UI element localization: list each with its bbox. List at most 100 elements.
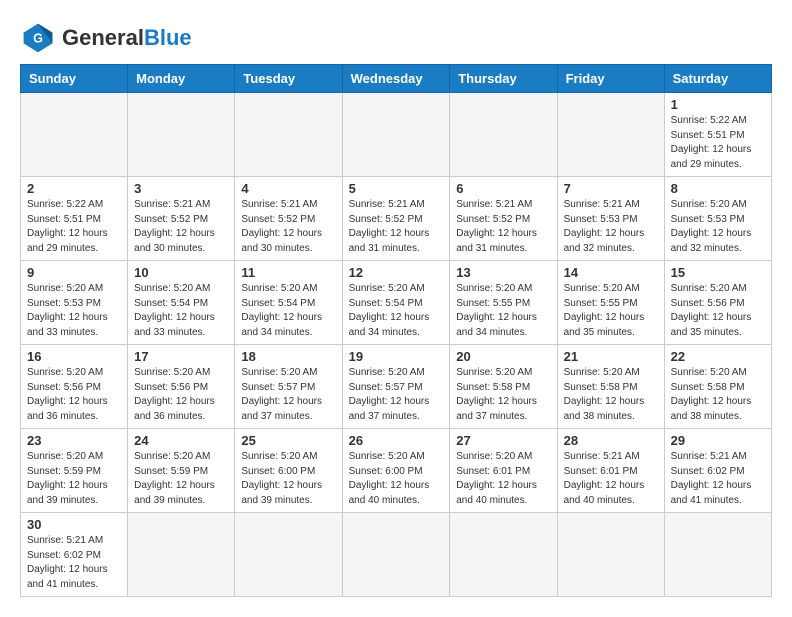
calendar-cell: 11Sunrise: 5:20 AM Sunset: 5:54 PM Dayli…: [235, 261, 342, 345]
calendar-week-row: 23 Sunrise: 5:20 AM Sunset: 5:59 PM Dayli…: [21, 429, 772, 513]
calendar-cell: [235, 513, 342, 597]
calendar-cell: [557, 93, 664, 177]
calendar-cell: 15 Sunrise: 5:20 AM Sunset: 5:56 PM Dayli…: [664, 261, 771, 345]
day-number: 18: [241, 349, 335, 364]
svg-text:G: G: [33, 32, 43, 46]
calendar-cell: 30 Sunrise: 5:21 AM Sunset: 6:02 PM Dayli…: [21, 513, 128, 597]
day-info: Sunrise: 5:20 AM Sunset: 5:59 PM Dayligh…: [134, 450, 228, 508]
day-info: Sunrise: 5:20 AM Sunset: 5:56 PM Dayligh…: [134, 366, 228, 424]
calendar-week-row: 9Sunrise: 5:20 AM Sunset: 5:53 PM Daylig…: [21, 261, 772, 345]
day-info: Sunrise: 5:20 AM Sunset: 5:58 PM Dayligh…: [564, 366, 658, 424]
day-number: 15: [671, 265, 765, 280]
logo-blue: Blue: [144, 25, 192, 50]
day-info: Sunrise: 5:20 AM Sunset: 5:56 PM Dayligh…: [27, 366, 121, 424]
calendar-cell: 10Sunrise: 5:20 AM Sunset: 5:54 PM Dayli…: [128, 261, 235, 345]
day-number: 12: [349, 265, 444, 280]
day-info: Sunrise: 5:20 AM Sunset: 5:58 PM Dayligh…: [671, 366, 765, 424]
calendar-table: SundayMondayTuesdayWednesdayThursdayFrid…: [20, 64, 772, 597]
day-info: Sunrise: 5:21 AM Sunset: 6:02 PM Dayligh…: [671, 450, 765, 508]
day-header-wednesday: Wednesday: [342, 65, 450, 93]
calendar-cell: [128, 93, 235, 177]
calendar-cell: 28 Sunrise: 5:21 AM Sunset: 6:01 PM Dayli…: [557, 429, 664, 513]
day-number: 28: [564, 433, 658, 448]
day-info: Sunrise: 5:21 AM Sunset: 5:52 PM Dayligh…: [349, 198, 444, 256]
day-info: Sunrise: 5:20 AM Sunset: 5:54 PM Dayligh…: [134, 282, 228, 340]
calendar-cell: 26 Sunrise: 5:20 AM Sunset: 6:00 PM Dayli…: [342, 429, 450, 513]
calendar-cell: 16Sunrise: 5:20 AM Sunset: 5:56 PM Dayli…: [21, 345, 128, 429]
calendar-week-row: 30 Sunrise: 5:21 AM Sunset: 6:02 PM Dayli…: [21, 513, 772, 597]
calendar-cell: 7Sunrise: 5:21 AM Sunset: 5:53 PM Daylig…: [557, 177, 664, 261]
day-info: Sunrise: 5:21 AM Sunset: 6:01 PM Dayligh…: [564, 450, 658, 508]
day-number: 26: [349, 433, 444, 448]
logo-icon: G: [20, 20, 56, 56]
day-number: 5: [349, 181, 444, 196]
day-info: Sunrise: 5:20 AM Sunset: 6:00 PM Dayligh…: [349, 450, 444, 508]
day-number: 4: [241, 181, 335, 196]
calendar-cell: 6 Sunrise: 5:21 AM Sunset: 5:52 PM Daylig…: [450, 177, 557, 261]
page-header: G GeneralBlue: [20, 20, 772, 56]
day-number: 8: [671, 181, 765, 196]
day-number: 17: [134, 349, 228, 364]
calendar-cell: [557, 513, 664, 597]
calendar-cell: 1 Sunrise: 5:22 AM Sunset: 5:51 PM Daylig…: [664, 93, 771, 177]
day-header-saturday: Saturday: [664, 65, 771, 93]
calendar-week-row: 16Sunrise: 5:20 AM Sunset: 5:56 PM Dayli…: [21, 345, 772, 429]
calendar-cell: 21Sunrise: 5:20 AM Sunset: 5:58 PM Dayli…: [557, 345, 664, 429]
calendar-cell: [235, 93, 342, 177]
calendar-cell: 25Sunrise: 5:20 AM Sunset: 6:00 PM Dayli…: [235, 429, 342, 513]
calendar-cell: 13Sunrise: 5:20 AM Sunset: 5:55 PM Dayli…: [450, 261, 557, 345]
calendar-cell: [664, 513, 771, 597]
day-header-tuesday: Tuesday: [235, 65, 342, 93]
day-info: Sunrise: 5:20 AM Sunset: 5:59 PM Dayligh…: [27, 450, 121, 508]
day-info: Sunrise: 5:21 AM Sunset: 5:52 PM Dayligh…: [134, 198, 228, 256]
day-number: 1: [671, 97, 765, 112]
day-number: 3: [134, 181, 228, 196]
day-info: Sunrise: 5:20 AM Sunset: 5:53 PM Dayligh…: [671, 198, 765, 256]
day-number: 6: [456, 181, 550, 196]
calendar-header-row: SundayMondayTuesdayWednesdayThursdayFrid…: [21, 65, 772, 93]
day-info: Sunrise: 5:21 AM Sunset: 6:02 PM Dayligh…: [27, 534, 121, 592]
day-info: Sunrise: 5:20 AM Sunset: 5:53 PM Dayligh…: [27, 282, 121, 340]
day-number: 29: [671, 433, 765, 448]
day-info: Sunrise: 5:20 AM Sunset: 5:54 PM Dayligh…: [349, 282, 444, 340]
calendar-cell: 20Sunrise: 5:20 AM Sunset: 5:58 PM Dayli…: [450, 345, 557, 429]
calendar-cell: 24 Sunrise: 5:20 AM Sunset: 5:59 PM Dayli…: [128, 429, 235, 513]
logo-text: GeneralBlue: [62, 27, 192, 50]
day-info: Sunrise: 5:20 AM Sunset: 5:55 PM Dayligh…: [564, 282, 658, 340]
day-info: Sunrise: 5:21 AM Sunset: 5:52 PM Dayligh…: [456, 198, 550, 256]
day-info: Sunrise: 5:20 AM Sunset: 5:57 PM Dayligh…: [241, 366, 335, 424]
day-info: Sunrise: 5:20 AM Sunset: 5:54 PM Dayligh…: [241, 282, 335, 340]
calendar-cell: 5 Sunrise: 5:21 AM Sunset: 5:52 PM Daylig…: [342, 177, 450, 261]
day-info: Sunrise: 5:20 AM Sunset: 5:58 PM Dayligh…: [456, 366, 550, 424]
day-info: Sunrise: 5:20 AM Sunset: 6:00 PM Dayligh…: [241, 450, 335, 508]
logo: G GeneralBlue: [20, 20, 192, 56]
day-info: Sunrise: 5:20 AM Sunset: 5:56 PM Dayligh…: [671, 282, 765, 340]
day-header-sunday: Sunday: [21, 65, 128, 93]
calendar-cell: [450, 93, 557, 177]
calendar-cell: 14Sunrise: 5:20 AM Sunset: 5:55 PM Dayli…: [557, 261, 664, 345]
day-header-monday: Monday: [128, 65, 235, 93]
calendar-cell: [342, 93, 450, 177]
day-info: Sunrise: 5:20 AM Sunset: 5:55 PM Dayligh…: [456, 282, 550, 340]
calendar-cell: 2Sunrise: 5:22 AM Sunset: 5:51 PM Daylig…: [21, 177, 128, 261]
calendar-week-row: 1 Sunrise: 5:22 AM Sunset: 5:51 PM Daylig…: [21, 93, 772, 177]
calendar-cell: 12 Sunrise: 5:20 AM Sunset: 5:54 PM Dayli…: [342, 261, 450, 345]
day-number: 30: [27, 517, 121, 532]
calendar-cell: 23 Sunrise: 5:20 AM Sunset: 5:59 PM Dayli…: [21, 429, 128, 513]
calendar-cell: 27Sunrise: 5:20 AM Sunset: 6:01 PM Dayli…: [450, 429, 557, 513]
calendar-cell: [128, 513, 235, 597]
day-info: Sunrise: 5:20 AM Sunset: 6:01 PM Dayligh…: [456, 450, 550, 508]
day-header-friday: Friday: [557, 65, 664, 93]
calendar-cell: [342, 513, 450, 597]
day-info: Sunrise: 5:22 AM Sunset: 5:51 PM Dayligh…: [671, 114, 765, 172]
day-number: 23: [27, 433, 121, 448]
day-header-thursday: Thursday: [450, 65, 557, 93]
calendar-cell: 22Sunrise: 5:20 AM Sunset: 5:58 PM Dayli…: [664, 345, 771, 429]
day-number: 24: [134, 433, 228, 448]
calendar-cell: 9Sunrise: 5:20 AM Sunset: 5:53 PM Daylig…: [21, 261, 128, 345]
day-number: 19: [349, 349, 444, 364]
logo-general: GeneralBlue: [62, 25, 192, 50]
calendar-cell: [450, 513, 557, 597]
calendar-cell: 4Sunrise: 5:21 AM Sunset: 5:52 PM Daylig…: [235, 177, 342, 261]
day-number: 2: [27, 181, 121, 196]
